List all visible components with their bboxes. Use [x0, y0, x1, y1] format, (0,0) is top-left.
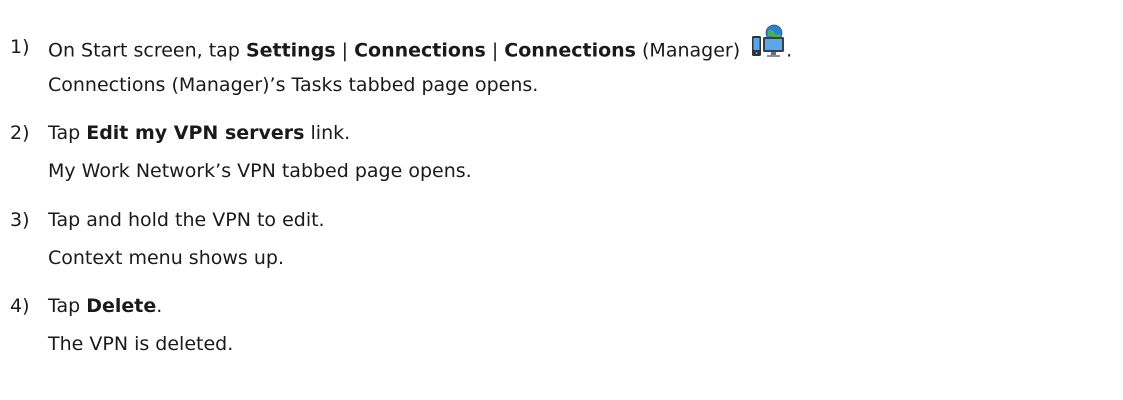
step-1-result: Connections (Manager)’s Tasks tabbed pag… [48, 74, 539, 96]
instruction-text: link. [304, 122, 351, 144]
step-3-result: Context menu shows up. [48, 247, 284, 269]
connections-label: Connections [354, 39, 486, 62]
step-instruction: Tap Edit my VPN servers link. [48, 120, 350, 146]
connections-manager-icon [750, 24, 786, 58]
separator: | [485, 39, 505, 62]
separator: | [335, 39, 355, 62]
settings-label: Settings [245, 39, 336, 62]
connections-label: Connections [504, 39, 636, 62]
step-number: 4) [10, 295, 30, 317]
step-number: 2) [10, 122, 30, 144]
delete-label: Delete [86, 295, 157, 317]
step-instruction: Tap Delete. [48, 293, 162, 319]
step-instruction: Tap and hold the VPN to edit. [48, 207, 325, 233]
step-number: 1) [10, 36, 30, 58]
instruction-text: Tap [48, 122, 87, 144]
step-4-result: The VPN is deleted. [48, 333, 234, 355]
instruction-text: On Start screen, tap [48, 39, 246, 62]
step-instruction: On Start screen, tap Settings | Connecti… [48, 24, 793, 68]
step-2-result: My Work Network’s VPN tabbed page opens. [48, 160, 472, 182]
period: . [786, 39, 793, 62]
period: . [156, 295, 163, 317]
instruction-text: Tap and hold the VPN to edit. [48, 209, 325, 231]
edit-vpn-servers-label: Edit my VPN servers [86, 122, 305, 144]
instruction-text: (Manager) [635, 39, 747, 62]
step-number: 3) [10, 209, 30, 231]
instruction-text: Tap [48, 295, 87, 317]
